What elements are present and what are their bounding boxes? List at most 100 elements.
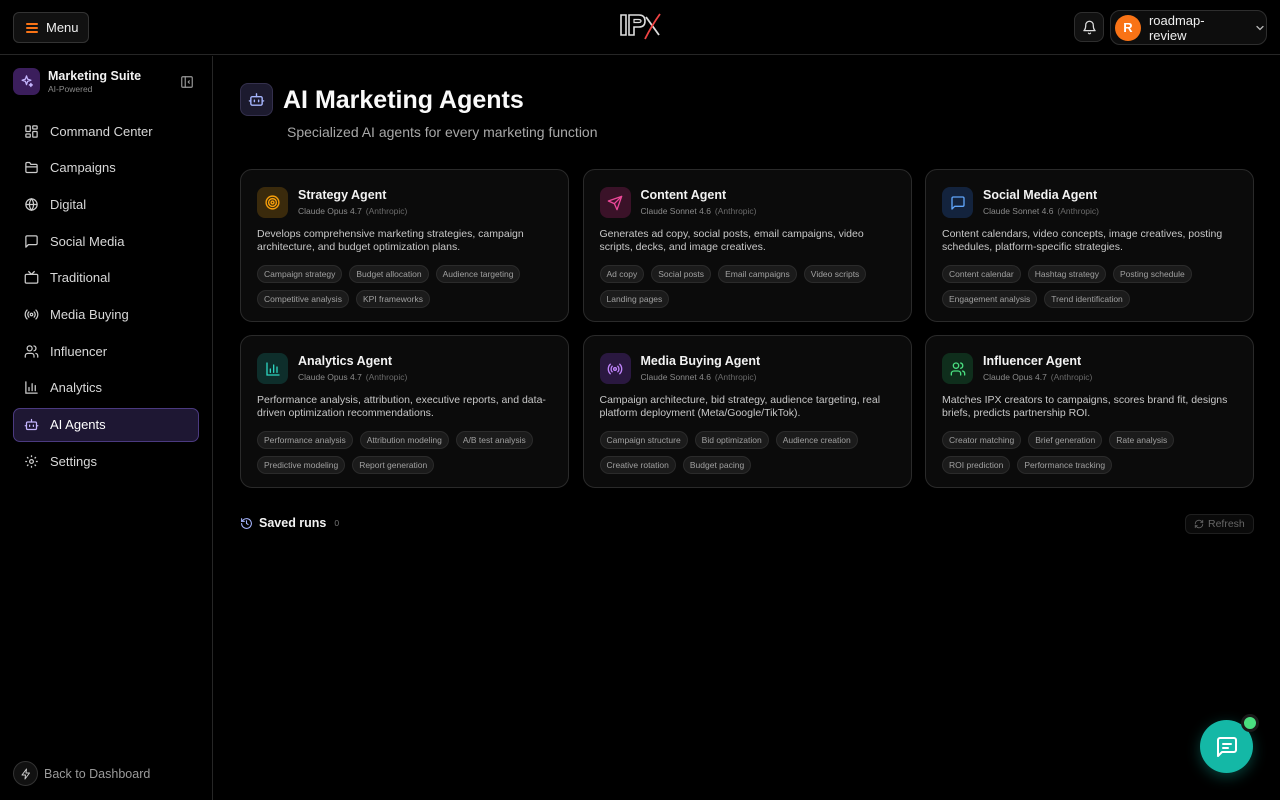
model-name: Claude Opus 4.7 <box>298 372 362 382</box>
sidebar-item-command-center[interactable]: Command Center <box>13 114 199 148</box>
agent-card-strategy[interactable]: Strategy Agent Claude Opus 4.7 (Anthropic… <box>240 169 569 322</box>
sidebar-item-label: Media Buying <box>50 306 129 322</box>
tag: Engagement analysis <box>942 290 1038 308</box>
main-content: AI Marketing Agents Specialized AI agent… <box>214 56 1280 800</box>
agent-tags: Ad copy Social posts Email campaigns Vid… <box>599 265 895 308</box>
agent-model: Claude Opus 4.7 (Anthropic) <box>298 205 407 217</box>
model-name: Claude Opus 4.7 <box>983 372 1047 382</box>
agent-description: Campaign architecture, bid strategy, aud… <box>599 394 881 419</box>
sparkles-icon <box>13 68 40 95</box>
sidebar-item-digital[interactable]: Digital <box>13 187 199 221</box>
collapse-sidebar-icon[interactable] <box>180 75 194 89</box>
menu-label: Menu <box>46 20 79 35</box>
model-name: Claude Sonnet 4.6 <box>640 372 711 382</box>
user-name: roadmap-review <box>1148 12 1205 43</box>
tag: Creative rotation <box>599 456 676 474</box>
model-provider: (Anthropic) <box>714 372 757 382</box>
refresh-button[interactable]: Refresh <box>1185 514 1254 534</box>
tag: A/B test analysis <box>455 431 533 449</box>
back-label: Back to Dashboard <box>44 766 151 781</box>
sidebar-item-campaigns[interactable]: Campaigns <box>13 151 199 185</box>
top-bar: Menu R roadmap-review <box>0 0 1280 55</box>
model-provider: (Anthropic) <box>1057 206 1099 216</box>
refresh-icon <box>1194 519 1204 529</box>
model-name: Claude Sonnet 4.6 <box>983 206 1054 216</box>
grid-icon <box>25 124 38 138</box>
chat-icon <box>1216 736 1237 757</box>
sidebar-item-traditional[interactable]: Traditional <box>13 261 199 295</box>
brand-title: Marketing Suite <box>48 68 142 83</box>
model-name: Claude Opus 4.7 <box>298 206 362 216</box>
bell-icon <box>1082 20 1096 34</box>
agent-description: Matches IPX creators to campaigns, score… <box>942 394 1228 419</box>
target-icon <box>257 187 288 218</box>
tag: Performance analysis <box>257 431 353 449</box>
back-to-dashboard-link[interactable]: Back to Dashboard <box>13 761 150 786</box>
sidebar-item-analytics[interactable]: Analytics <box>13 371 199 405</box>
history-icon <box>241 517 252 529</box>
user-menu-button[interactable]: R roadmap-review <box>1110 10 1267 45</box>
notifications-button[interactable] <box>1074 12 1104 42</box>
tag: Creator matching <box>942 431 1022 449</box>
send-icon <box>599 187 631 218</box>
bot-icon <box>240 83 273 116</box>
sidebar-item-settings[interactable]: Settings <box>13 444 199 478</box>
lightning-icon <box>13 761 38 786</box>
agent-description: Develops comprehensive marketing strateg… <box>257 228 524 253</box>
tag: Budget allocation <box>349 265 429 283</box>
page-subtitle: Specialized AI agents for every marketin… <box>287 124 598 140</box>
tag: Attribution modeling <box>359 431 449 449</box>
agent-name: Strategy Agent <box>298 188 387 202</box>
tag: Email campaigns <box>718 265 797 283</box>
sidebar-item-label: Traditional <box>50 270 111 286</box>
agent-tags: Campaign structure Bid optimization Audi… <box>599 431 895 474</box>
agent-name: Social Media Agent <box>983 188 1098 202</box>
sidebar-nav: Command Center Campaigns Digital Social … <box>13 114 199 481</box>
agent-tags: Performance analysis Attribution modelin… <box>257 431 552 474</box>
agent-card-analytics[interactable]: Analytics Agent Claude Opus 4.7 (Anthropi… <box>240 335 569 488</box>
agent-description: Performance analysis, attribution, execu… <box>257 394 546 419</box>
tag: Landing pages <box>599 290 670 308</box>
model-provider: (Anthropic) <box>714 206 757 216</box>
hamburger-icon <box>26 22 38 33</box>
agent-name: Analytics Agent <box>298 354 393 368</box>
agent-description: Content calendars, video concepts, image… <box>942 228 1223 253</box>
agent-model: Claude Sonnet 4.6 (Anthropic) <box>641 371 761 383</box>
sidebar-item-influencer[interactable]: Influencer <box>13 334 199 368</box>
bar-chart-icon <box>25 381 38 395</box>
radio-icon <box>24 309 39 320</box>
tv-icon <box>24 271 39 284</box>
agent-card-media-buying[interactable]: Media Buying Agent Claude Sonnet 4.6 (Ant… <box>582 335 912 488</box>
users-icon <box>942 353 973 384</box>
agent-card-social-media[interactable]: Social Media Agent Claude Sonnet 4.6 (Ant… <box>925 169 1254 322</box>
menu-button[interactable]: Menu <box>13 12 89 43</box>
sidebar-item-social-media[interactable]: Social Media <box>13 224 199 258</box>
broadcast-icon <box>599 353 631 384</box>
users-icon <box>24 344 39 358</box>
agent-name: Media Buying Agent <box>640 354 761 368</box>
tag: Audience creation <box>775 431 858 449</box>
ipx-logo[interactable] <box>619 11 663 41</box>
sidebar-item-label: AI Agents <box>50 417 106 432</box>
page-title: AI Marketing Agents <box>283 86 524 114</box>
agent-tags: Content calendar Hashtag strategy Postin… <box>942 265 1237 308</box>
agent-name: Influencer Agent <box>983 354 1082 368</box>
sidebar-item-label: Analytics <box>50 380 103 396</box>
chat-icon <box>942 187 973 218</box>
model-provider: (Anthropic) <box>365 206 408 216</box>
saved-runs-count: 0 <box>334 518 340 528</box>
agent-card-influencer[interactable]: Influencer Agent Claude Opus 4.7 (Anthrop… <box>925 335 1254 488</box>
sidebar-item-ai-agents[interactable]: AI Agents <box>13 407 199 442</box>
sidebar-item-media-buying[interactable]: Media Buying <box>13 297 199 331</box>
bar-chart-icon <box>257 353 288 384</box>
sidebar-item-label: Digital <box>50 196 87 212</box>
sidebar: Marketing Suite AI-Powered Command Cente… <box>0 56 213 800</box>
tag: ROI prediction <box>942 456 1011 474</box>
tag: Bid optimization <box>694 431 769 449</box>
tag: Hashtag strategy <box>1027 265 1107 283</box>
sidebar-item-label: Social Media <box>50 233 125 249</box>
agent-card-content[interactable]: Content Agent Claude Sonnet 4.6 (Anthropi… <box>582 169 912 322</box>
tag: Performance tracking <box>1017 456 1113 474</box>
globe-icon <box>25 197 38 211</box>
tag: Trend identification <box>1044 290 1130 308</box>
